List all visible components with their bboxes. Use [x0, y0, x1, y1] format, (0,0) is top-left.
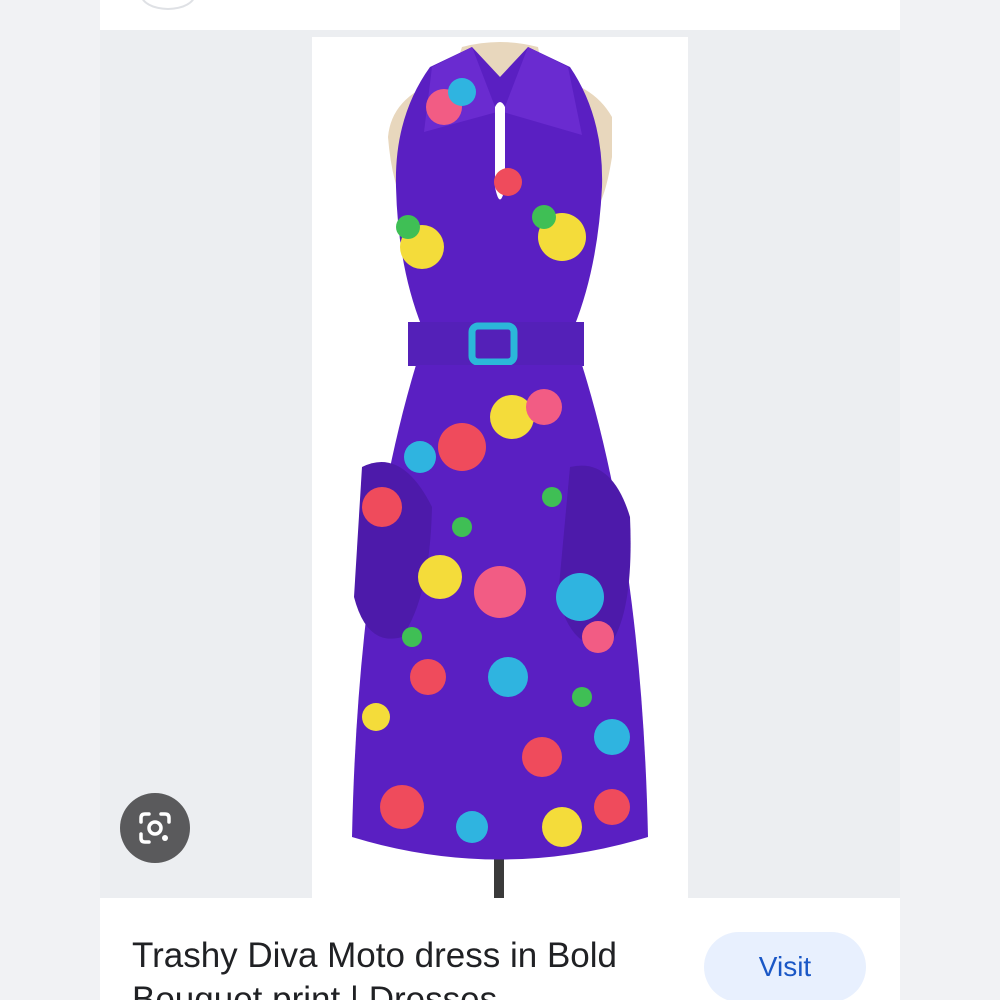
- result-caption: Trashy Diva Moto dress in Bold Bouquet p…: [100, 898, 900, 1000]
- top-strip: [100, 0, 900, 30]
- product-image[interactable]: [312, 37, 688, 898]
- page-margin-right: [900, 0, 1000, 1000]
- dress-illustration: [352, 42, 648, 898]
- lens-button[interactable]: [120, 793, 190, 863]
- page-margin-left: [0, 0, 100, 1000]
- visit-button[interactable]: Visit: [704, 932, 866, 1000]
- image-panel: [100, 30, 900, 898]
- avatar[interactable]: [140, 0, 196, 10]
- result-title[interactable]: Trashy Diva Moto dress in Bold Bouquet p…: [132, 934, 672, 1000]
- result-card: Trashy Diva Moto dress in Bold Bouquet p…: [100, 0, 900, 1000]
- google-lens-icon: [139, 812, 171, 844]
